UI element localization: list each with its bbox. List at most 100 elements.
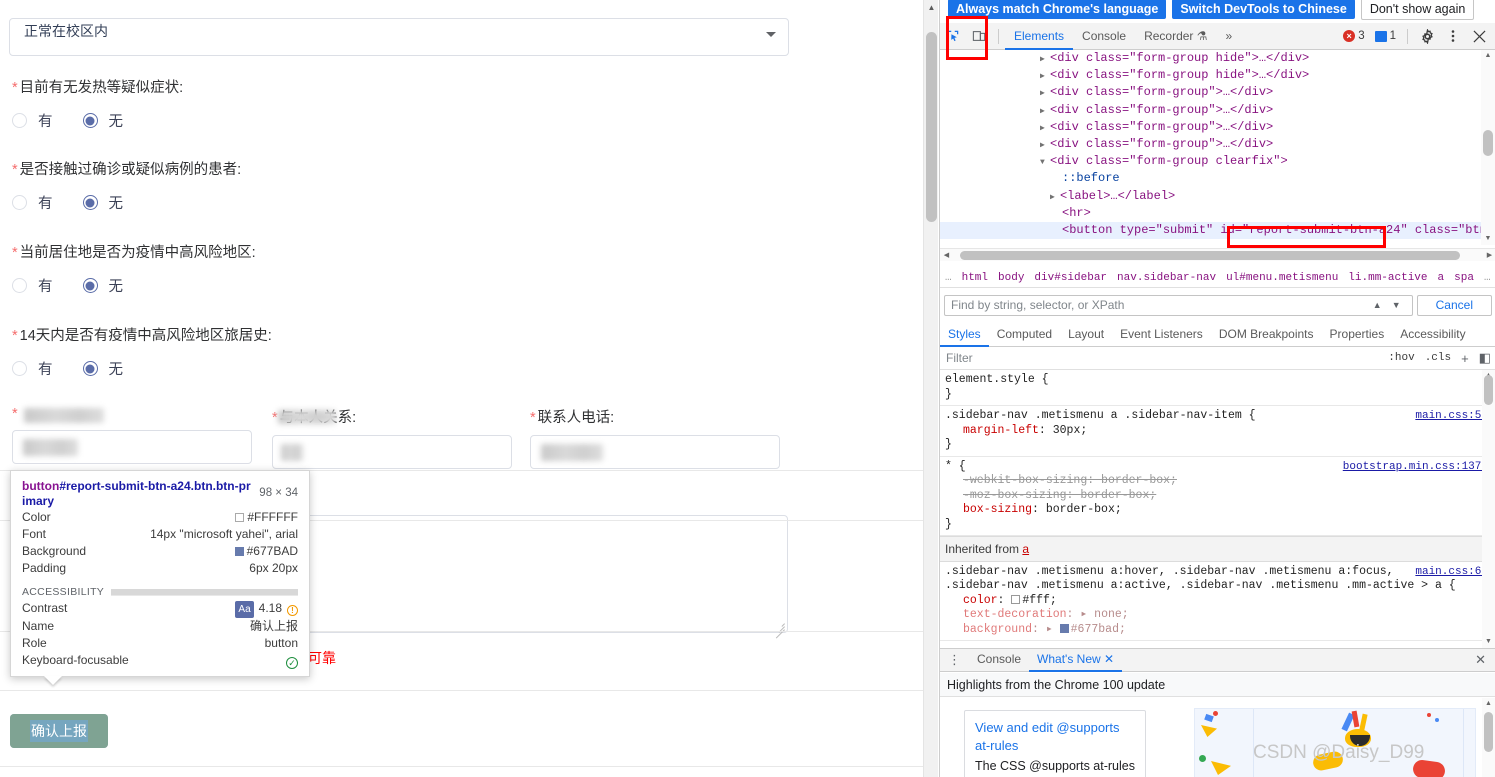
dom-node[interactable]: ▶ <div class="form-group">…</div> bbox=[940, 136, 1495, 153]
tab-computed[interactable]: Computed bbox=[989, 322, 1060, 347]
submit-button[interactable] bbox=[10, 714, 108, 748]
dom-node-pseudo[interactable]: ::before bbox=[940, 170, 1495, 187]
expand-triangle-icon[interactable]: ▶ bbox=[1040, 68, 1050, 85]
inspect-cursor-icon[interactable] bbox=[940, 24, 966, 48]
close-icon[interactable]: ✕ bbox=[1104, 652, 1114, 666]
css-declaration[interactable]: box-sizing: border-box; bbox=[945, 503, 1495, 518]
collapse-triangle-icon[interactable]: ▼ bbox=[1040, 154, 1050, 171]
breadcrumb-item-html[interactable]: html bbox=[957, 272, 993, 284]
dom-tree-hscrollbar-thumb[interactable] bbox=[960, 251, 1460, 260]
breadcrumb-item-a[interactable]: a bbox=[1433, 272, 1450, 284]
scroll-up-icon[interactable]: ▲ bbox=[1482, 698, 1495, 710]
dom-tree-scrollbar-thumb[interactable] bbox=[1483, 130, 1493, 156]
breadcrumb-item-body[interactable]: body bbox=[993, 272, 1029, 284]
device-toolbar-icon[interactable] bbox=[966, 24, 992, 48]
tab-accessibility[interactable]: Accessibility bbox=[1392, 322, 1473, 347]
chevron-up-icon[interactable]: ▲ bbox=[1368, 295, 1387, 316]
cls-toggle-button[interactable]: .cls bbox=[1420, 352, 1456, 364]
css-rule-inherited[interactable]: main.css:62 .sidebar-nav .metismenu a:ho… bbox=[940, 562, 1495, 641]
dom-node[interactable]: <hr> bbox=[940, 205, 1495, 222]
scroll-down-icon[interactable]: ▼ bbox=[1481, 233, 1495, 245]
dom-node[interactable]: ▼ <div class="form-group clearfix"> bbox=[940, 153, 1495, 170]
more-tabs-button[interactable]: » bbox=[1217, 23, 1242, 50]
scroll-up-icon[interactable]: ▲ bbox=[1481, 50, 1495, 62]
drawer-tab-whats-new[interactable]: What's New ✕ bbox=[1029, 648, 1122, 672]
whats-new-link-line2[interactable]: at-rules bbox=[975, 737, 1135, 755]
dom-node[interactable]: ▶ <div class="form-group hide">…</div> bbox=[940, 67, 1495, 84]
expand-triangle-icon[interactable]: ▶ bbox=[1040, 85, 1050, 102]
breadcrumb-item-li[interactable]: li.mm-active bbox=[1343, 272, 1432, 284]
expand-triangle-icon[interactable]: ▶ bbox=[1040, 51, 1050, 68]
radio-1-1[interactable]: 无 bbox=[82, 192, 123, 213]
panel-toggle-icon[interactable]: ◧ bbox=[1474, 350, 1495, 366]
radio-3-1[interactable]: 无 bbox=[82, 358, 123, 379]
expand-triangle-icon[interactable]: ▶ bbox=[1040, 103, 1050, 120]
radio-0-0[interactable]: 有 bbox=[12, 110, 53, 131]
radio-3-0[interactable]: 有 bbox=[12, 358, 53, 379]
css-declaration-inactive[interactable]: -moz-box-sizing: border-box; bbox=[945, 489, 1495, 504]
dont-show-again-button[interactable]: Don't show again bbox=[1360, 0, 1475, 20]
radio-2-0[interactable]: 有 bbox=[12, 275, 53, 296]
message-count-badge[interactable]: 1 bbox=[1370, 29, 1401, 43]
styles-pane-scrollbar[interactable]: ▲ ▼ bbox=[1482, 370, 1495, 648]
css-source-link[interactable]: bootstrap.min.css:1375 bbox=[1343, 460, 1488, 475]
resize-handle-icon[interactable] bbox=[775, 620, 785, 639]
dom-tree-scrollbar[interactable]: ▲ ▼ bbox=[1481, 50, 1495, 245]
page-scrollbar-thumb[interactable] bbox=[926, 32, 937, 222]
contact-input-1[interactable] bbox=[272, 435, 512, 469]
css-rule-sidebar-nav-item[interactable]: main.css:55 .sidebar-nav .metismenu a .s… bbox=[940, 406, 1495, 457]
find-cancel-button[interactable]: Cancel bbox=[1416, 295, 1492, 316]
breadcrumb-item-nav[interactable]: nav.sidebar-nav bbox=[1112, 272, 1221, 284]
dom-node-selected[interactable]: <button type="submit" id="report-submit-… bbox=[940, 221, 1495, 240]
breadcrumb-item-span[interactable]: spa bbox=[1449, 272, 1479, 284]
styles-filter-input[interactable]: Filter bbox=[946, 351, 1383, 365]
tab-layout[interactable]: Layout bbox=[1060, 322, 1112, 347]
drawer-close-icon[interactable]: ✕ bbox=[1465, 652, 1495, 668]
css-source-link[interactable]: main.css:55 bbox=[1415, 409, 1488, 424]
error-count-badge[interactable]: × 3 bbox=[1338, 29, 1369, 43]
css-declaration-color[interactable]: color: #fff; bbox=[945, 594, 1495, 609]
expand-triangle-icon[interactable]: ▶ bbox=[1040, 120, 1050, 137]
css-rule-universal[interactable]: bootstrap.min.css:1375 * { -webkit-box-s… bbox=[940, 457, 1495, 536]
close-icon[interactable] bbox=[1466, 24, 1492, 48]
css-declaration-inactive[interactable]: -webkit-box-sizing: border-box; bbox=[945, 474, 1495, 489]
radio-1-0[interactable]: 有 bbox=[12, 192, 53, 213]
page-scrollbar[interactable]: ▲ bbox=[923, 0, 938, 777]
tab-event-listeners[interactable]: Event Listeners bbox=[1112, 322, 1211, 347]
expand-triangle-icon[interactable]: ▶ bbox=[1040, 137, 1050, 154]
whats-new-link-line1[interactable]: View and edit @supports bbox=[975, 719, 1135, 737]
find-input[interactable]: Find by string, selector, or XPath ▲ ▼ bbox=[944, 295, 1413, 316]
tab-recorder[interactable]: Recorder ⚗ bbox=[1135, 23, 1216, 50]
whats-new-card[interactable]: View and edit @supports at-rules The CSS… bbox=[964, 710, 1146, 777]
css-source-link[interactable]: main.css:62 bbox=[1415, 565, 1488, 580]
location-select-wrapper[interactable]: 正常在校区内 bbox=[9, 18, 789, 56]
tab-elements[interactable]: Elements bbox=[1005, 23, 1073, 50]
drawer-kebab-menu-icon[interactable]: ⋮ bbox=[940, 652, 969, 668]
tab-properties[interactable]: Properties bbox=[1322, 322, 1393, 347]
breadcrumb-item-menu[interactable]: ul#menu.metismenu bbox=[1221, 272, 1343, 284]
css-rule-element-style[interactable]: element.style { } bbox=[940, 370, 1495, 406]
css-declaration-background[interactable]: background: ▸ #677bad; bbox=[945, 623, 1495, 638]
kebab-menu-icon[interactable] bbox=[1440, 24, 1466, 48]
breadcrumb-item-sidebar[interactable]: div#sidebar bbox=[1029, 272, 1112, 284]
css-declaration-text-decoration[interactable]: text-decoration: ▸ none; bbox=[945, 608, 1495, 623]
whats-new-scrollbar[interactable]: ▲ bbox=[1482, 698, 1495, 777]
radio-0-1[interactable]: 无 bbox=[82, 110, 123, 131]
dom-tree-hscrollbar[interactable]: ◀ ▶ bbox=[940, 248, 1495, 261]
remark-textarea[interactable] bbox=[293, 515, 788, 639]
hov-toggle-button[interactable]: :hov bbox=[1383, 352, 1419, 364]
whats-new-scrollbar-thumb[interactable] bbox=[1484, 712, 1493, 752]
scroll-down-icon[interactable]: ▼ bbox=[1482, 636, 1495, 648]
dom-node[interactable]: ▶ <label>…</label> bbox=[940, 188, 1495, 205]
drawer-tab-console[interactable]: Console bbox=[969, 648, 1029, 672]
always-match-language-button[interactable]: Always match Chrome's language bbox=[948, 0, 1167, 19]
breadcrumb-overflow-right[interactable]: … bbox=[1479, 272, 1495, 284]
radio-2-1[interactable]: 无 bbox=[82, 275, 123, 296]
dom-node[interactable]: ▶ <div class="form-group">…</div> bbox=[940, 102, 1495, 119]
gear-icon[interactable] bbox=[1414, 24, 1440, 48]
scroll-up-icon[interactable]: ▲ bbox=[924, 0, 939, 16]
tab-console[interactable]: Console bbox=[1073, 23, 1135, 50]
dom-node[interactable]: ▶ <div class="form-group">…</div> bbox=[940, 84, 1495, 101]
dom-node[interactable]: ▶ <div class="form-group hide">…</div> bbox=[940, 50, 1495, 67]
location-select[interactable]: 正常在校区内 bbox=[9, 18, 789, 56]
